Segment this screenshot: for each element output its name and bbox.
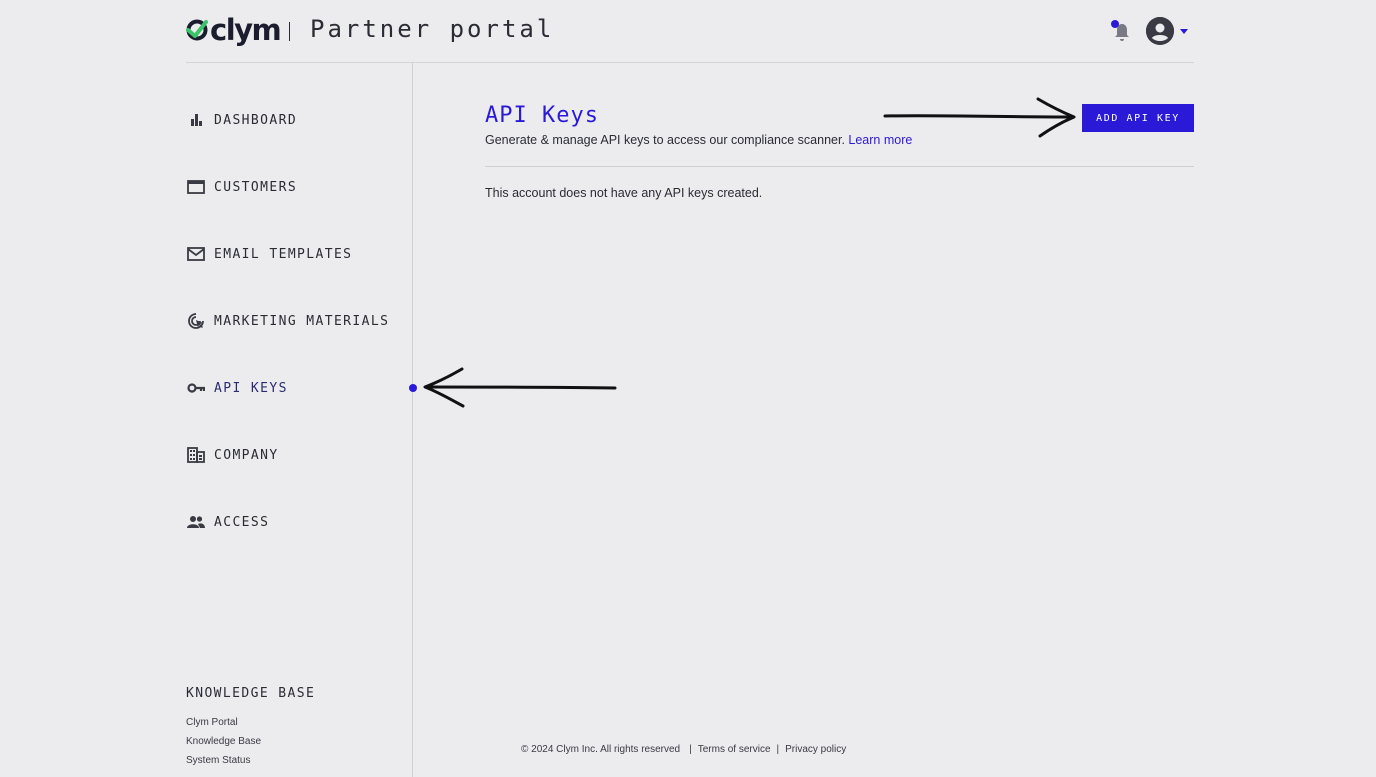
sidebar-item-email-templates[interactable]: EMAIL TEMPLATES [186, 242, 352, 266]
footer: © 2024 Clym Inc. All rights reserved | Ter… [521, 744, 846, 755]
empty-state-message: This account does not have any API keys … [485, 186, 763, 200]
sidebar-item-label: EMAIL TEMPLATES [214, 246, 353, 262]
active-indicator-dot [409, 384, 417, 392]
sidebar-divider [412, 63, 413, 777]
mail-icon [186, 244, 206, 264]
building-icon [186, 445, 206, 465]
cursor-click-icon [186, 311, 206, 331]
notification-dot [1111, 20, 1119, 28]
sidebar-item-api-keys[interactable]: API KEYS [186, 376, 288, 400]
page-title: API Keys [485, 103, 599, 128]
folder-window-icon [186, 177, 206, 197]
logo-divider [289, 22, 290, 41]
sidebar-item-access[interactable]: ACCESS [186, 510, 269, 534]
people-icon [186, 512, 206, 532]
sidebar-item-company[interactable]: COMPANY [186, 443, 279, 467]
clym-logo[interactable]: clym [186, 12, 282, 48]
clym-logo-check-icon [186, 19, 208, 41]
sidebar-item-label: CUSTOMERS [214, 179, 298, 195]
sidebar-item-label: ACCESS [214, 514, 270, 530]
key-icon [186, 378, 206, 398]
page-subtitle: Generate & manage API keys to access our… [485, 133, 912, 147]
annotation-arrow-right-icon [883, 97, 1076, 138]
sidebar-item-customers[interactable]: CUSTOMERS [186, 175, 297, 199]
footer-separator: | [689, 744, 692, 755]
kb-link-system-status[interactable]: System Status [186, 755, 250, 766]
annotation-arrow-left-icon [423, 367, 617, 408]
sidebar-item-label: DASHBOARD [214, 112, 298, 128]
sidebar-item-marketing-materials[interactable]: MARKETING MATERIALS [186, 309, 389, 333]
caret-down-icon[interactable] [1180, 29, 1188, 34]
account-circle-icon[interactable] [1146, 17, 1174, 45]
add-api-key-button[interactable]: ADD API KEY [1082, 104, 1194, 132]
content-divider [485, 166, 1194, 167]
portal-title: Partner portal [310, 15, 555, 43]
sidebar-item-label: COMPANY [214, 447, 279, 463]
knowledge-base-title: KNOWLEDGE BASE [186, 686, 316, 701]
subtitle-text: Generate & manage API keys to access our… [485, 133, 845, 147]
bar-chart-icon [186, 110, 206, 130]
footer-copyright: © 2024 Clym Inc. All rights reserved [521, 744, 681, 755]
privacy-policy-link[interactable]: Privacy policy [785, 744, 846, 755]
sidebar-item-label: MARKETING MATERIALS [214, 313, 390, 329]
kb-link-knowledge-base[interactable]: Knowledge Base [186, 736, 261, 747]
terms-of-service-link[interactable]: Terms of service [698, 744, 771, 755]
sidebar-item-label: API KEYS [214, 380, 288, 396]
top-header: clym Partner portal [186, 0, 1194, 63]
sidebar-item-dashboard[interactable]: DASHBOARD [186, 108, 297, 132]
logo-text: clym [210, 13, 282, 47]
footer-separator: | [776, 744, 780, 755]
kb-link-clym-portal[interactable]: Clym Portal [186, 717, 238, 728]
